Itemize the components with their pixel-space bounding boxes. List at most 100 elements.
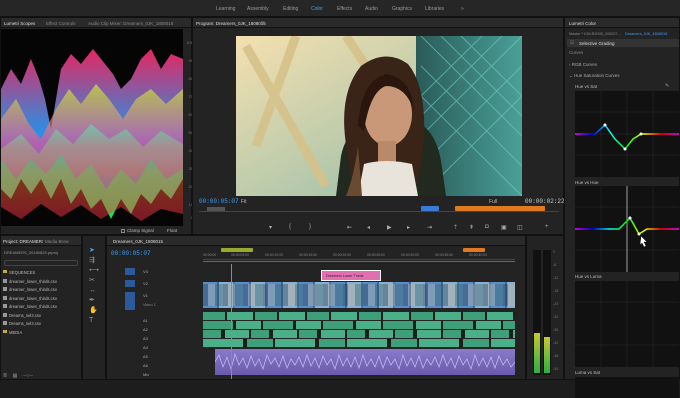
track-select-tool-icon[interactable]: ⇶ [89, 256, 99, 266]
razor-tool-icon[interactable]: ✂ [89, 276, 99, 286]
music-clip[interactable] [214, 349, 515, 375]
ripple-edit-tool-icon[interactable]: ⟷ [89, 266, 99, 276]
track-target-v2[interactable] [125, 280, 135, 287]
track-label-a2: A2 [143, 327, 148, 332]
ruler-tick: 00:00:40:00 [469, 253, 487, 257]
timeline-panel: Dreamers_0JK_1808015 00:00:05:07 00:00:0… [106, 235, 526, 380]
tab-audio-clip-mixer[interactable]: Audio Clip Mixer: Dreamers_0JK_1808015 [88, 21, 173, 26]
list-item[interactable]: dreamer_lower_thirds.csv [3, 304, 81, 313]
audio-clips-a2[interactable] [203, 321, 515, 329]
hue-vs-luma-curve[interactable] [575, 281, 679, 367]
zoom-slider[interactable]: ─○─ [23, 373, 33, 379]
tab-lumetri-scopes[interactable]: Lumetri Scopes [4, 21, 35, 26]
pen-tool-icon[interactable]: ✒ [89, 296, 99, 306]
project-item-list: SEQUENCES dreamer_lower_thirds.csv dream… [3, 270, 81, 338]
step-back-icon[interactable]: ◂ [367, 224, 370, 231]
title-clip[interactable]: Dreamers Lower Thirds [321, 270, 381, 281]
hand-tool-icon[interactable]: ✋ [89, 306, 99, 316]
tab-project[interactable]: Project: DREAMERS_PROJECT_20180825 [3, 239, 43, 244]
comparison-view-icon[interactable]: ▣ [501, 224, 507, 231]
program-monitor-title[interactable]: Program: Dreamers_0JK_1808015 [196, 21, 266, 26]
add-marker-icon[interactable]: ▾ [269, 224, 272, 231]
list-item[interactable]: dreamer_lower_thirds.csv [3, 295, 81, 305]
workspace-more-button[interactable]: » [461, 6, 464, 12]
marker-orange[interactable] [455, 206, 545, 211]
icon-view-icon[interactable]: ▦ [13, 373, 18, 379]
eyedropper-icon[interactable]: ✎ [665, 83, 669, 89]
timeline-ruler[interactable]: 00:00:00 00:00:05:00 00:00:10:00 00:00:1… [203, 248, 515, 260]
playhead[interactable] [231, 264, 232, 379]
float-select[interactable]: Float [167, 228, 177, 233]
list-item[interactable]: Dreams_sel3.csv [3, 321, 81, 330]
marker-blue[interactable] [421, 206, 439, 211]
audio-clips-a3[interactable] [203, 330, 515, 338]
workspace-tab-assembly[interactable]: Assembly [247, 6, 269, 12]
program-timecode-current[interactable]: 00:00:05:07 [199, 198, 239, 205]
type-tool-icon[interactable]: T [89, 316, 99, 326]
mark-out-icon[interactable]: } [309, 224, 311, 230]
ruler-tick: 00:00:20:00 [333, 253, 351, 257]
list-item[interactable]: MEDIA [3, 329, 81, 339]
rgb-curves-label: RGB Curves [571, 62, 598, 67]
timeline-marker-orange[interactable] [463, 248, 485, 252]
clip-label[interactable]: Dreamers_0JK_1808015 [625, 32, 667, 36]
go-to-in-icon[interactable]: ⇤ [347, 224, 352, 231]
ruler-tick: 00:00:00 [203, 253, 217, 257]
preset-checkbox-icon[interactable]: ☑ [570, 40, 574, 46]
hue-vs-hue-curve[interactable] [575, 186, 679, 272]
project-panel: Project: DREAMERS_PROJECT_20180825 Media… [0, 235, 82, 380]
add-button-icon[interactable]: + [545, 224, 549, 230]
hue-vs-sat-curve[interactable] [575, 91, 679, 177]
workspace-tab-effects[interactable]: Effects [337, 6, 352, 12]
timeline-timecode[interactable]: 00:00:05:07 [111, 250, 151, 257]
fit-select[interactable]: Fit [241, 199, 247, 205]
play-icon[interactable]: ▶ [387, 224, 392, 231]
track-target-v1[interactable] [125, 292, 135, 310]
meter-tick-24: -24 [553, 302, 559, 306]
project-search-input[interactable] [4, 260, 78, 266]
file-icon [3, 295, 7, 300]
tab-media-browser[interactable]: Media Brow [45, 239, 69, 244]
slip-tool-icon[interactable]: ↔ [89, 286, 99, 296]
workspace-tab-graphics[interactable]: Graphics [392, 6, 412, 12]
resolution-select[interactable]: Full [489, 199, 497, 205]
workspace-tab-color[interactable]: Color [311, 6, 323, 12]
preset-label: Selective Grading [579, 41, 615, 46]
camera-icon[interactable]: ◘ [485, 224, 489, 230]
selection-tool-icon[interactable]: ➤ [89, 246, 99, 256]
lift-icon[interactable]: ⇡ [453, 224, 458, 231]
project-footer-tools: ≣ ▦ ─○─ [3, 373, 81, 379]
step-forward-icon[interactable]: ▸ [407, 224, 410, 231]
tab-effect-controls[interactable]: Effect Controls [46, 21, 75, 26]
track-target-v3[interactable] [125, 268, 135, 275]
audio-clips-a4[interactable] [203, 339, 515, 347]
timeline-sequence-tab[interactable]: Dreamers_0JK_1808015 [113, 239, 163, 244]
timeline-marker-green[interactable] [221, 248, 253, 252]
list-item[interactable]: SEQUENCES [3, 270, 81, 279]
audio-clips-a1[interactable] [203, 312, 515, 320]
panel-menu-icon[interactable]: ≡ [261, 20, 264, 26]
lumetri-title[interactable]: Lumetri Color [569, 21, 596, 26]
workspace-tab-libraries[interactable]: Libraries [425, 6, 444, 12]
mark-in-icon[interactable]: { [289, 224, 291, 230]
work-area-bar [203, 261, 515, 262]
workspace-tab-learning[interactable]: Learning [216, 6, 235, 12]
preset-row[interactable]: ☑ Selective Grading [567, 39, 679, 47]
rgb-parade-scope [1, 29, 183, 226]
hue-sat-curves-section[interactable]: ⌄ Hue Saturation Curves [569, 73, 620, 79]
clamp-signal-checkbox[interactable] [121, 229, 125, 233]
master-label[interactable]: Master * KDLR2095_200027... [569, 32, 621, 36]
rgb-curves-section[interactable]: › RGB Curves [569, 62, 597, 67]
program-scrubber[interactable] [199, 206, 559, 212]
list-view-icon[interactable]: ≣ [3, 373, 7, 379]
toggle-proxies-icon[interactable]: ◫ [517, 224, 523, 231]
go-to-out-icon[interactable]: ⇥ [427, 224, 432, 231]
luma-vs-sat-curve[interactable] [575, 377, 679, 398]
ruler-tick: 00:00:30:00 [401, 253, 419, 257]
extract-icon[interactable]: ⇞ [469, 224, 474, 231]
list-item[interactable]: dreamer_lower_thirds.csv [3, 278, 81, 288]
workspace-tab-editing[interactable]: Editing [283, 6, 298, 12]
list-item[interactable]: Dreams_sel3.csv [3, 312, 81, 322]
workspace-tab-audio[interactable]: Audio [365, 6, 378, 12]
list-item[interactable]: dreamer_lower_thirds.csv [3, 287, 81, 296]
